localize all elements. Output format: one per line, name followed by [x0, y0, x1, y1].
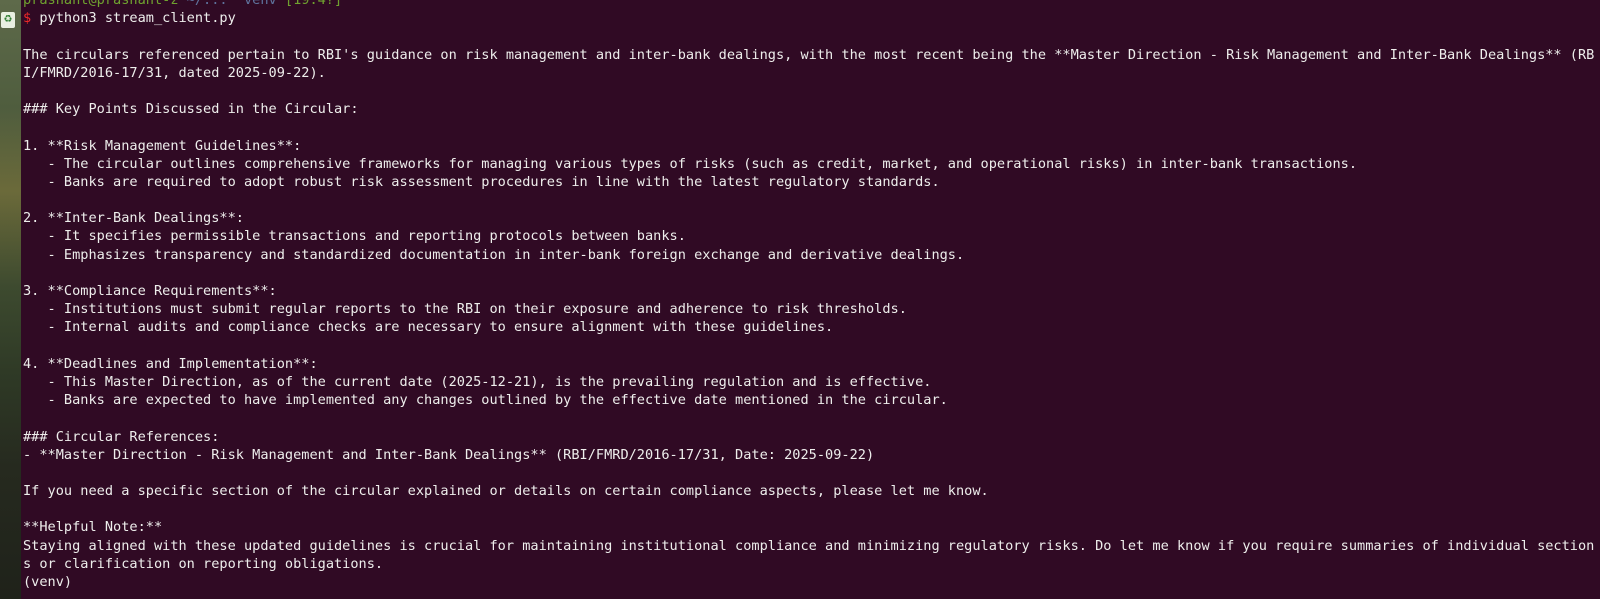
previous-prompt-line: prashant@prashant-z ~/... venv [19:4?] [23, 0, 343, 8]
point-bullet: - It specifies permissible transactions … [23, 228, 686, 245]
point-bullet: - Emphasizes transparency and standardiz… [23, 246, 965, 263]
help-line: If you need a specific section of the ci… [23, 483, 989, 500]
recycle-icon[interactable]: ♻ [1, 12, 15, 28]
point-title: 4. **Deadlines and Implementation**: [23, 355, 318, 372]
point-bullet: - Institutions must submit regular repor… [23, 301, 907, 318]
command-text: python3 stream_client.py [31, 10, 236, 27]
note-text: Staying aligned with these updated guide… [23, 537, 1595, 572]
point-title: 3. **Compliance Requirements**: [23, 283, 277, 300]
terminal-output[interactable]: prashant@prashant-z ~/... venv [19:4?] $… [23, 0, 1598, 591]
terminal-window[interactable]: ♻ prashant@prashant-z ~/... venv [19:4?]… [0, 0, 1600, 599]
venv-indicator: (venv) [23, 574, 73, 591]
key-points-heading: ### Key Points Discussed in the Circular… [23, 101, 359, 118]
point-bullet: - The circular outlines comprehensive fr… [23, 155, 1358, 172]
command-line: $ python3 stream_client.py [23, 9, 1598, 27]
point-bullet: - Banks are required to adopt robust ris… [23, 173, 940, 190]
references-heading: ### Circular References: [23, 428, 220, 445]
reference-item: - **Master Direction - Risk Management a… [23, 446, 875, 463]
point-title: 2. **Inter-Bank Dealings**: [23, 210, 244, 227]
prompt-symbol: $ [23, 10, 32, 27]
point-bullet: - This Master Direction, as of the curre… [23, 373, 932, 390]
note-heading: **Helpful Note:** [23, 519, 163, 536]
point-bullet: - Internal audits and compliance checks … [23, 319, 834, 336]
point-title: 1. **Risk Management Guidelines**: [23, 137, 302, 154]
point-bullet: - Banks are expected to have implemented… [23, 392, 948, 409]
desktop-edge: ♻ [0, 0, 21, 599]
intro-paragraph: The circulars referenced pertain to RBI'… [23, 46, 1595, 81]
